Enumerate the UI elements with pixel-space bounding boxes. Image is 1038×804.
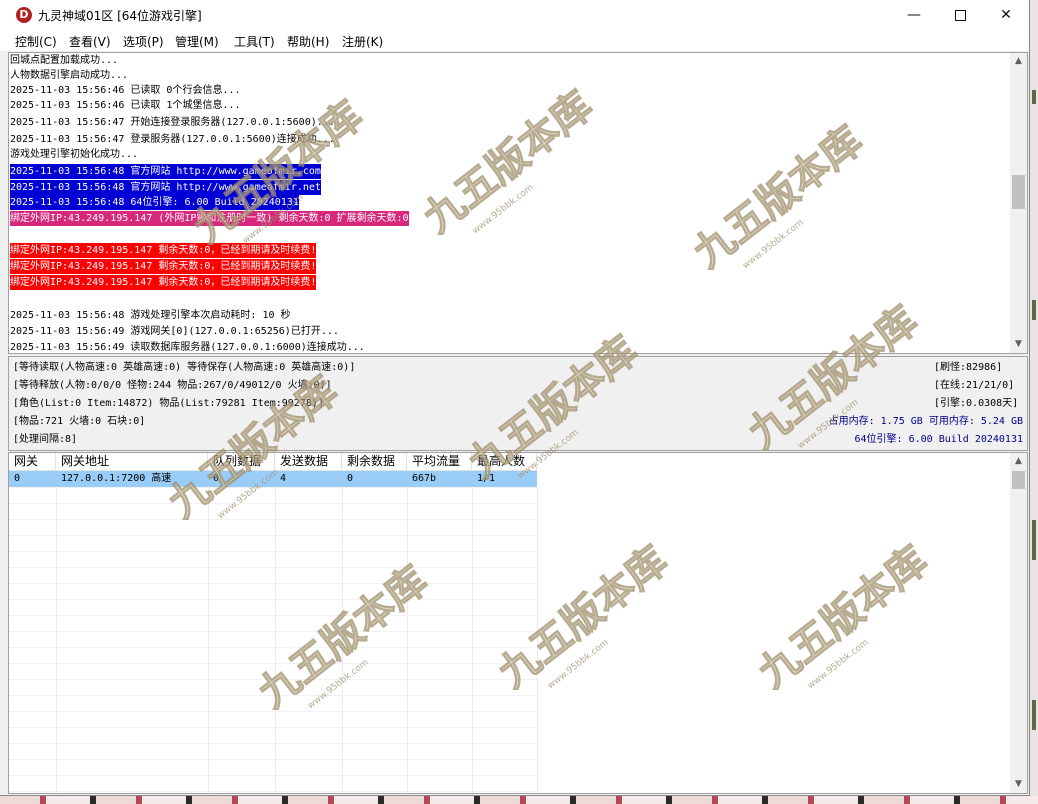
grid-line (342, 487, 343, 793)
grid-line (9, 519, 537, 520)
status-build: 64位引擎: 6.00 Build 20240131 (854, 434, 1023, 445)
log-line: 绑定外网IP:43.249.195.147 剩余天数:0，已经到期请及时续费! (10, 259, 317, 274)
log-line: 人物数据引擎启动成功... (10, 70, 129, 81)
grid-line (472, 487, 473, 793)
title-bar[interactable]: D 九灵神域01区 [64位游戏引擎] — ✕ (0, 0, 1029, 31)
grid-line (9, 663, 537, 664)
grid-line (9, 503, 537, 504)
minimize-button[interactable]: — (891, 0, 937, 31)
log-line: 2025-11-03 15:56:48 官方网站 http://www.game… (10, 164, 321, 179)
menu-control[interactable]: 控制(C) (15, 33, 57, 50)
status-wait-read: [等待读取(人物高速:0 英雄高速:0) 等待保存(人物高速:0 英雄高速:0)… (13, 362, 356, 373)
log-line: 绑定外网IP:43.249.195.147 剩余天数:0，已经到期请及时续费! (10, 275, 317, 290)
close-button[interactable]: ✕ (983, 0, 1029, 31)
log-line: 2025-11-03 15:56:49 游戏网关[0](127.0.0.1:65… (10, 326, 339, 337)
grid-line (9, 535, 537, 536)
log-line: 2025-11-03 15:56:46 已读取 1个城堡信息... (10, 100, 241, 111)
grid-line (9, 647, 537, 648)
log-line: 2025-11-03 15:56:46 已读取 0个行会信息... (10, 85, 241, 96)
grid-line (407, 487, 408, 793)
menu-manage[interactable]: 管理(M) (175, 33, 219, 50)
table-scroll-thumb[interactable] (1012, 471, 1025, 489)
grid-line (9, 775, 537, 776)
gateway-table[interactable]: 网关 网关地址 队列数据 发送数据 剩余数据 平均流量 最高人数 0 127.0… (8, 452, 1028, 794)
grid-line (9, 599, 537, 600)
menu-bar: 控制(C) 查看(V) 选项(P) 管理(M) 工具(T) 帮助(H) 注册(K… (0, 31, 1029, 51)
cell-gateway: 0 (14, 473, 21, 484)
status-refresh-monsters: [刷怪:82986] (934, 362, 1003, 373)
scroll-thumb[interactable] (1012, 175, 1025, 209)
log-line: 2025-11-03 15:56:47 开始连接登录服务器(127.0.0.1:… (10, 117, 335, 128)
grid-line (9, 711, 537, 712)
grid-line (9, 743, 537, 744)
grid-line (208, 487, 209, 793)
grid-line (9, 583, 537, 584)
grid-line (9, 615, 537, 616)
col-remaining-data[interactable]: 剩余数据 (342, 453, 407, 470)
cell-avg: 667b (412, 473, 437, 484)
desktop-edge-bottom (0, 796, 1038, 804)
grid-line (9, 631, 537, 632)
log-line: 回城点配置加载成功... (10, 55, 119, 66)
log-line: 2025-11-03 15:56:49 读取数据库服务器(127.0.0.1:6… (10, 342, 365, 353)
status-memory: 占用内存: 1.75 GB 可用内存: 5.24 GB (828, 416, 1023, 427)
grid-line (9, 791, 537, 792)
status-roles: [角色(List:0 Item:14872) 物品(List:79281 Ite… (13, 398, 324, 409)
col-gateway-address[interactable]: 网关地址 (56, 453, 208, 470)
col-max-players[interactable]: 最高人数 (472, 453, 537, 470)
cell-queue: 0 (213, 473, 220, 484)
grid-line (9, 727, 537, 728)
cell-send: 4 (280, 473, 287, 484)
cell-remaining: 0 (347, 473, 354, 484)
grid-line (537, 487, 538, 793)
log-line: 绑定外网IP:43.249.195.147 (外网IP需和注册时一致) 剩余天数… (10, 211, 409, 226)
menu-help[interactable]: 帮助(H) (287, 33, 329, 50)
status-interval: [处理间隔:8] (13, 434, 78, 445)
menu-register[interactable]: 注册(K) (342, 33, 383, 50)
status-online: [在线:21/21/0] (934, 380, 1015, 391)
col-send-data[interactable]: 发送数据 (275, 453, 342, 470)
log-panel[interactable]: 回城点配置加载成功... 人物数据引擎启动成功... 2025-11-03 15:5… (8, 52, 1028, 354)
table-scroll-up-icon[interactable]: ▲ (1010, 453, 1027, 470)
grid-line (9, 759, 537, 760)
grid-line (56, 487, 57, 793)
status-wait-release: [等待释放(人物:0/0/0 怪物:244 物品:267/0/49012/0 火… (13, 380, 332, 391)
log-line: 游戏处理引擎初始化成功... (10, 149, 139, 160)
log-line: 2025-11-03 15:56:48 官方网站 http://www.game… (10, 180, 321, 195)
menu-tools[interactable]: 工具(T) (234, 33, 275, 50)
grid-line (9, 679, 537, 680)
scroll-up-icon[interactable]: ▲ (1010, 53, 1027, 70)
grid-line (9, 487, 537, 488)
col-gateway[interactable]: 网关 (9, 453, 56, 470)
menu-options[interactable]: 选项(P) (123, 33, 164, 50)
app-window: D 九灵神域01区 [64位游戏引擎] — ✕ 控制(C) 查看(V) 选项(P… (0, 0, 1030, 796)
col-avg-traffic[interactable]: 平均流量 (407, 453, 472, 470)
menu-view[interactable]: 查看(V) (69, 33, 111, 50)
table-scrollbar[interactable]: ▲ ▼ (1010, 453, 1027, 793)
log-line: 2025-11-03 15:56:48 游戏处理引擎本次启动耗时: 10 秒 (10, 310, 291, 321)
log-line: 2025-11-03 15:56:48 64位引擎: 6.00 Build 20… (10, 195, 299, 210)
maximize-button[interactable] (937, 0, 983, 31)
status-panel: [等待读取(人物高速:0 英雄高速:0) 等待保存(人物高速:0 英雄高速:0)… (8, 356, 1028, 451)
log-scrollbar[interactable]: ▲ ▼ (1010, 53, 1027, 353)
grid-line (9, 551, 537, 552)
window-title: 九灵神域01区 [64位游戏引擎] (38, 9, 202, 23)
col-queue-data[interactable]: 队列数据 (208, 453, 275, 470)
desktop-edge-right (1030, 0, 1038, 804)
maximize-icon (954, 9, 966, 21)
grid-line (9, 567, 537, 568)
grid-line (9, 695, 537, 696)
table-scroll-down-icon[interactable]: ▼ (1010, 776, 1027, 793)
status-items: [物品:721 火墙:0 石块:0] (13, 416, 146, 427)
scroll-down-icon[interactable]: ▼ (1010, 336, 1027, 353)
grid-line (275, 487, 276, 793)
status-engine-uptime: [引擎:0.0308天] (934, 398, 1019, 409)
log-line: 2025-11-03 15:56:47 登录服务器(127.0.0.1:5600… (10, 134, 335, 145)
log-line: 绑定外网IP:43.249.195.147 剩余天数:0，已经到期请及时续费! (10, 243, 317, 258)
cell-max: 1/1 (477, 473, 496, 484)
cell-address: 127.0.0.1:7200 高速 (61, 473, 172, 484)
app-logo-icon: D (16, 7, 32, 23)
